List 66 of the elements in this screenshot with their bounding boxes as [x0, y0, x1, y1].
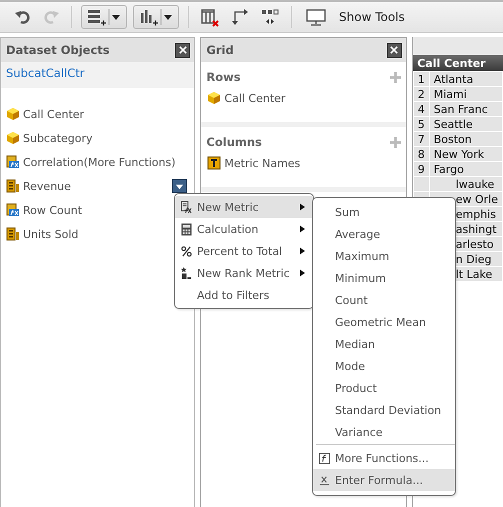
object-item[interactable]: Revenue — [23, 180, 71, 192]
table-cell: lwauke — [429, 176, 502, 192]
menu-item[interactable]: Calculation — [175, 218, 313, 240]
text-object-icon — [207, 156, 222, 170]
menu-item[interactable]: Product — [313, 377, 455, 399]
table-cell: Boston — [429, 132, 502, 146]
table-cell: 7 — [413, 132, 430, 146]
panel-title: Grid — [206, 43, 234, 57]
close-icon — [178, 46, 187, 54]
menu-item[interactable]: Median — [313, 333, 455, 355]
table-cell: Seattle — [429, 116, 502, 132]
drop-zone-item[interactable]: Metric Names — [224, 156, 300, 170]
object-item[interactable]: Units Sold — [23, 228, 78, 240]
menu-item[interactable]: Variance — [313, 421, 455, 443]
menu-item[interactable]: Mode — [313, 355, 455, 377]
table-cell: 1 — [413, 72, 430, 86]
dropdown-button[interactable] — [172, 179, 188, 193]
cube-icon — [6, 107, 20, 121]
table-cell: 4 — [413, 102, 430, 116]
metric-icon — [6, 179, 20, 193]
object-item[interactable]: Row Count — [23, 204, 82, 216]
metric-formula-icon — [180, 200, 192, 214]
insert-chart-dropdown[interactable] — [133, 5, 179, 29]
menu-item[interactable]: New Rank Metric — [175, 262, 313, 284]
formula-entry-icon — [318, 474, 330, 486]
menu-item[interactable]: Geometric Mean — [313, 311, 455, 333]
table-cell: New York — [429, 146, 502, 162]
function-icon — [318, 452, 330, 464]
menu-item[interactable]: Percent to Total — [175, 240, 313, 262]
metric-icon — [6, 227, 20, 241]
object-item[interactable]: Correlation(More Functions) — [23, 156, 176, 168]
cube-icon — [207, 91, 222, 105]
object-item[interactable]: Subcategory — [23, 132, 93, 144]
object-item[interactable]: Call Center — [23, 108, 84, 120]
close-button[interactable] — [386, 42, 402, 58]
table-cell: 8 — [413, 146, 430, 162]
menu-item[interactable]: Add to Filters — [175, 284, 313, 306]
menu-item[interactable]: More Functions... — [313, 447, 455, 469]
table-cell: Atlanta — [429, 72, 502, 86]
drop-zone-item[interactable]: Call Center — [224, 92, 286, 104]
percent-icon — [180, 246, 192, 256]
column-header: Call Center — [413, 55, 502, 72]
cube-icon — [6, 131, 20, 145]
table-cell: San Franc — [429, 102, 502, 116]
table-cell: 2 — [413, 86, 430, 102]
table-cell: Fargo — [429, 162, 502, 176]
panel-title: Dataset Objects — [6, 43, 110, 57]
show-tools-button[interactable]: Show Tools — [301, 5, 409, 29]
menu-item[interactable]: Enter Formula... — [313, 469, 455, 491]
table-cell: 9 — [413, 162, 430, 176]
table-cell: 5 — [413, 116, 430, 132]
formula-icon — [6, 203, 20, 217]
menu-item[interactable]: Count — [313, 289, 455, 311]
section-title: Columns — [206, 135, 262, 149]
table-cell: Miami — [429, 86, 502, 102]
formula-icon — [6, 155, 20, 169]
rank-icon — [180, 266, 192, 280]
menu-item[interactable]: Standard Deviation — [313, 399, 455, 421]
menu-item[interactable]: New Metric — [175, 196, 313, 218]
calculator-icon — [180, 222, 192, 236]
section-title: Rows — [206, 70, 241, 84]
caret-icon — [175, 182, 184, 190]
monitor-icon — [305, 7, 327, 27]
close-icon — [390, 46, 398, 54]
close-button[interactable] — [175, 42, 190, 58]
insert-rows-dropdown[interactable] — [81, 5, 127, 29]
